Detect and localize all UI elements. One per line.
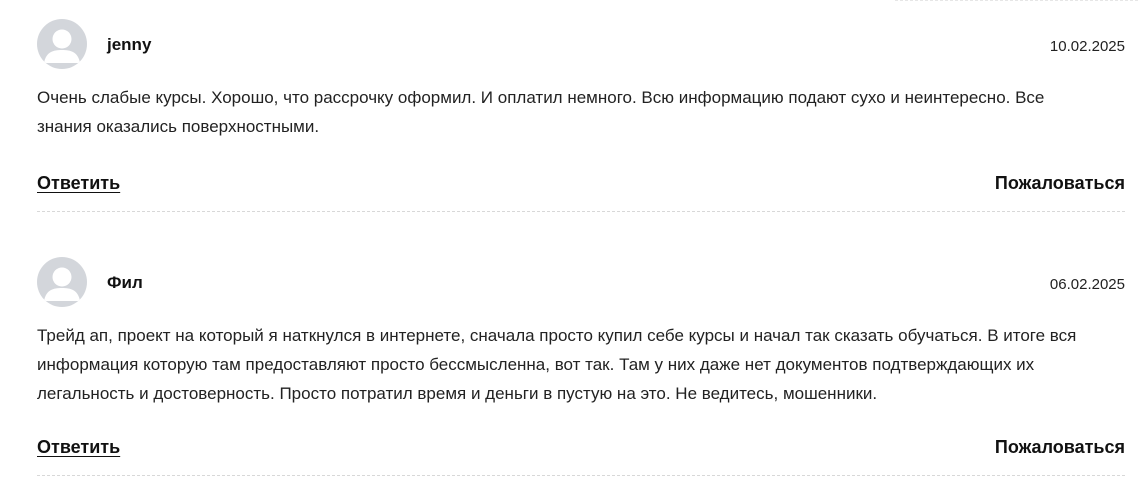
comment-divider <box>37 475 1125 476</box>
report-link[interactable]: Пожаловаться <box>995 173 1125 194</box>
comment-date: 06.02.2025 <box>1049 276 1125 293</box>
comment-text: Трейд ап, проект на который я наткнулся … <box>37 326 1077 403</box>
user-silhouette-icon <box>44 29 80 63</box>
avatar <box>37 19 87 69</box>
comment-header: Фил 06.02.2025 <box>37 257 1125 309</box>
report-link[interactable]: Пожаловаться <box>995 437 1125 458</box>
comment-author: jenny <box>107 35 152 54</box>
comment-text: Очень слабые курсы. Хорошо, что рассрочк… <box>37 88 1045 136</box>
comment-header: jenny 10.02.2025 <box>37 19 1125 71</box>
comment-item: Фил 06.02.2025 Трейд ап, проект на котор… <box>37 257 1125 461</box>
comment-actions: Ответить Пожаловаться <box>37 437 1125 461</box>
user-silhouette-icon <box>44 267 80 301</box>
reply-link[interactable]: Ответить <box>37 437 120 458</box>
comment-item: jenny 10.02.2025 Очень слабые курсы. Хор… <box>37 19 1125 197</box>
top-divider <box>895 0 1138 1</box>
avatar <box>37 257 87 307</box>
comment-date: 10.02.2025 <box>1049 38 1125 55</box>
comment-divider <box>37 211 1125 212</box>
comment-actions: Ответить Пожаловаться <box>37 173 1125 197</box>
comment-author: Фил <box>107 273 143 292</box>
reply-link[interactable]: Ответить <box>37 173 120 194</box>
